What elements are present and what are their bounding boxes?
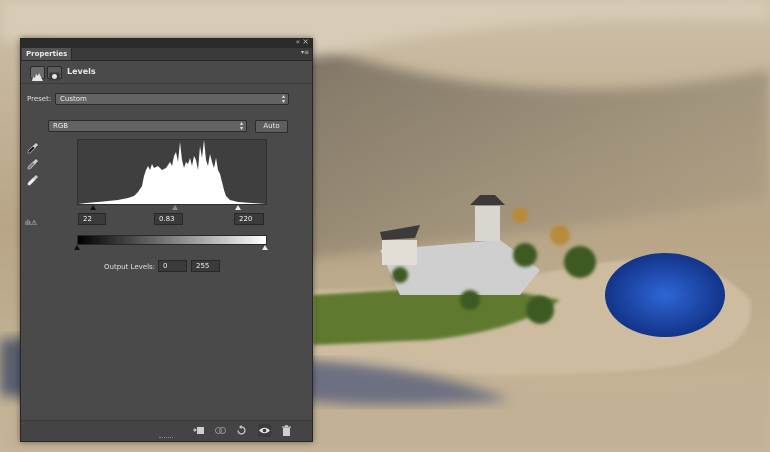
- histogram-fill: [78, 140, 266, 204]
- white-point-eyedropper-icon[interactable]: [27, 174, 39, 186]
- input-gamma-slider[interactable]: [172, 205, 178, 210]
- visibility-eye-icon[interactable]: [258, 424, 271, 437]
- levels-icon[interactable]: [30, 66, 45, 81]
- output-black-field[interactable]: 0: [158, 260, 187, 272]
- properties-panel: « × Properties ▾≡ Levels Preset: Custom …: [20, 37, 313, 442]
- channel-value: RGB: [53, 122, 69, 130]
- levels-histogram: [77, 139, 267, 205]
- panel-bottom-bar: [21, 420, 312, 441]
- preset-dropdown[interactable]: Custom ▴ ▾: [55, 93, 289, 105]
- output-black-slider[interactable]: [74, 245, 80, 250]
- preset-value: Custom: [60, 95, 87, 103]
- input-white-slider[interactable]: [235, 205, 241, 210]
- output-white-field[interactable]: 255: [191, 260, 220, 272]
- black-point-eyedropper-icon[interactable]: [27, 142, 39, 154]
- input-black-field[interactable]: 22: [78, 213, 106, 225]
- clip-to-layer-icon[interactable]: [192, 424, 205, 437]
- reset-icon[interactable]: [235, 424, 248, 437]
- view-previous-state-icon[interactable]: [214, 424, 227, 437]
- panel-tab-row: Properties ▾≡: [21, 48, 312, 61]
- output-levels-label: Output Levels:: [104, 263, 156, 271]
- input-white-field[interactable]: 220: [234, 213, 264, 225]
- tab-properties[interactable]: Properties: [22, 48, 73, 60]
- preset-label: Preset:: [27, 95, 52, 103]
- clipping-warning-icon[interactable]: ılı⚠: [25, 219, 37, 227]
- channel-dropdown[interactable]: RGB ▴ ▾: [48, 120, 247, 132]
- output-white-slider[interactable]: [262, 245, 268, 250]
- output-gradient: [77, 235, 267, 245]
- trash-icon[interactable]: [280, 424, 293, 437]
- gray-point-eyedropper-icon[interactable]: [27, 158, 39, 170]
- resize-grip[interactable]: [159, 437, 173, 440]
- updown-arrows-icon: ▴ ▾: [239, 120, 243, 132]
- collapse-icon[interactable]: «: [296, 38, 300, 46]
- updown-arrows-icon: ▴ ▾: [281, 93, 285, 105]
- mask-icon[interactable]: [47, 66, 62, 81]
- adjustment-header: Levels: [21, 61, 312, 84]
- auto-button[interactable]: Auto: [255, 120, 288, 133]
- panel-titlebar[interactable]: « ×: [21, 37, 312, 48]
- input-black-slider[interactable]: [90, 205, 96, 210]
- panel-menu-icon[interactable]: ▾≡: [301, 49, 309, 56]
- close-icon[interactable]: ×: [302, 37, 309, 46]
- adjustment-title: Levels: [67, 67, 96, 76]
- input-gamma-field[interactable]: 0.83: [154, 213, 183, 225]
